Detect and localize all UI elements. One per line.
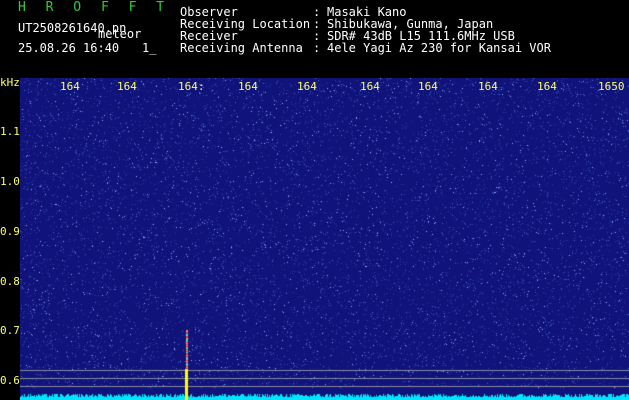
antenna-label: Receiving Antenna [180, 41, 303, 55]
freq-tick: 164: [178, 80, 205, 93]
freq-unit-label: kHz [0, 76, 20, 89]
time-tick: 1.0 [0, 175, 20, 188]
freq-tick: 164 [478, 80, 498, 93]
freq-tick: 164 [60, 80, 80, 93]
freq-tick: 164 [297, 80, 317, 93]
hrofft-window: H R O F F T UT2508261640.pn meteor 25.08… [0, 0, 629, 400]
freq-tick: 164 [117, 80, 137, 93]
meteor-count: 1_ [142, 41, 157, 55]
time-tick: 0.8 [0, 275, 20, 288]
waterfall-spectrogram [20, 78, 629, 400]
time-tick: 0.9 [0, 225, 20, 238]
freq-tick: 1650 [598, 80, 625, 93]
time-tick: 0.7 [0, 324, 20, 337]
antenna-sep: : [313, 41, 321, 55]
time-tick: 0.6 [0, 374, 20, 387]
app-title: H R O F F T [18, 0, 171, 15]
freq-tick: 164 [360, 80, 380, 93]
meteor-label: meteor [98, 27, 142, 41]
time-tick: 1.1 [0, 125, 20, 138]
freq-tick: 164 [238, 80, 258, 93]
antenna-value: 4ele Yagi Az 230 for Kansai VOR [327, 41, 551, 55]
date-time: 25.08.26 16:40 [18, 41, 120, 55]
freq-tick: 164 [537, 80, 557, 93]
freq-tick: 164 [418, 80, 438, 93]
